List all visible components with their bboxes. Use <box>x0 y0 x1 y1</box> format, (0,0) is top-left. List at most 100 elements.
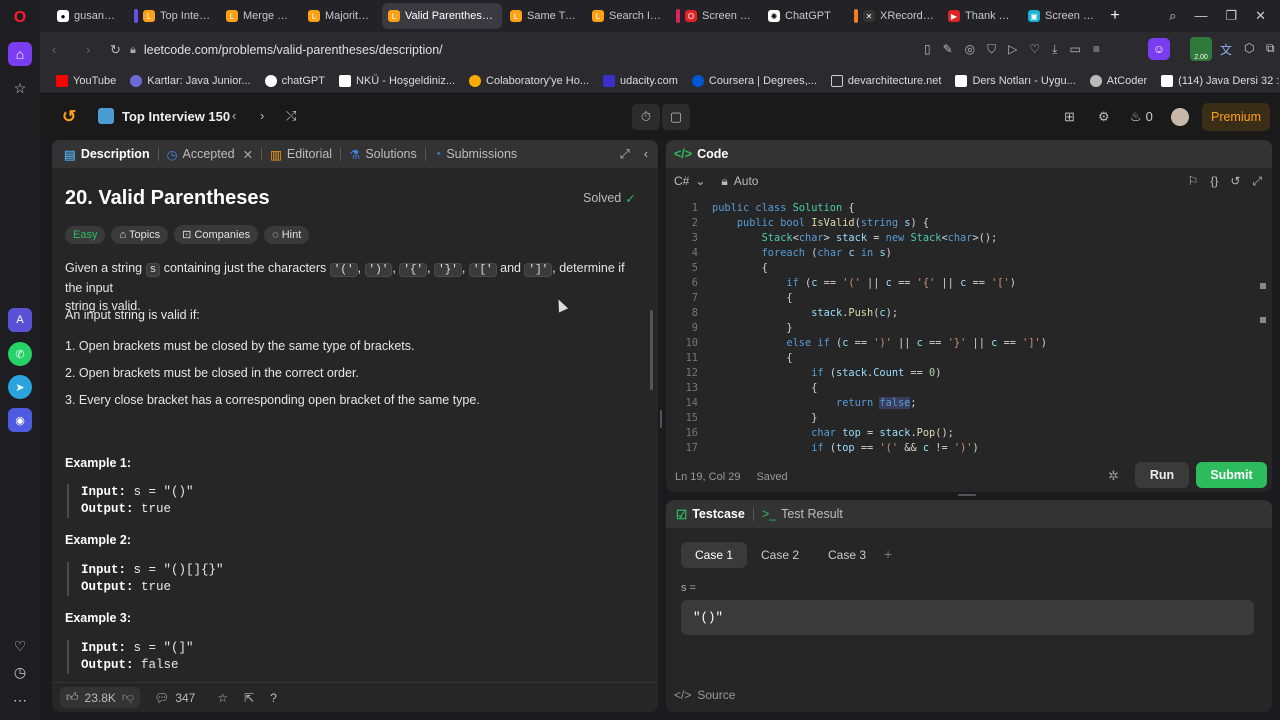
tab-list-icon[interactable]: ▯ <box>924 42 931 57</box>
profile-icon[interactable]: ☺ <box>1148 38 1170 60</box>
debug-icon[interactable]: ✲ <box>1108 468 1119 484</box>
code-tab[interactable]: </> Code <box>666 147 736 161</box>
pin-icon[interactable]: ☆ <box>8 76 32 100</box>
case-tab-active[interactable]: Case 1 <box>681 542 748 568</box>
star-icon[interactable]: ☆ <box>217 691 228 705</box>
auto-mode[interactable]: 🔒︎ Auto <box>721 174 758 189</box>
tab[interactable]: L Same Tree <box>504 3 584 29</box>
source-link[interactable]: </> Source <box>674 688 735 702</box>
code-editor[interactable]: 1 public class Solution { 2 public bool I… <box>668 201 1258 453</box>
leetcode-logo-icon[interactable]: ↺ <box>62 107 76 127</box>
premium-button[interactable]: Premium <box>1202 103 1270 131</box>
discord-icon[interactable]: ◉ <box>8 408 32 432</box>
new-tab-button[interactable]: + <box>1104 3 1126 29</box>
cube-icon[interactable]: ⬡ <box>1244 41 1254 55</box>
tab-accepted[interactable]: ◷ Accepted ✕ <box>159 147 262 162</box>
bookmark[interactable]: YouTube <box>56 74 116 87</box>
case-tab[interactable]: Case 2 <box>747 542 813 568</box>
tab[interactable]: LSearch Insert <box>586 3 668 29</box>
minimize-icon[interactable]: — <box>1194 8 1207 24</box>
tab[interactable]: L Merge Two <box>220 3 300 29</box>
extensions-icon[interactable]: ⧉ <box>1266 41 1275 56</box>
tab[interactable]: L Top Intervie <box>128 3 218 29</box>
prev-problem-icon[interactable]: ‹ <box>232 108 236 123</box>
bookmark[interactable]: (114) Java Dersi 32 :... <box>1161 74 1280 87</box>
tab[interactable]: ●gusanmaz/b <box>42 3 126 29</box>
reset-icon[interactable]: ↺ <box>1230 174 1240 188</box>
tab[interactable]: ✺ ChatGPT <box>762 3 846 29</box>
comments-button[interactable]: 💬︎ 347 <box>154 691 195 705</box>
telegram-icon[interactable]: ➤ <box>8 375 32 399</box>
next-problem-icon[interactable]: › <box>260 108 264 123</box>
share-icon[interactable]: ⇱ <box>244 691 254 705</box>
home-icon[interactable]: ⌂ <box>8 42 32 66</box>
timer-icon[interactable]: ⏱︎ <box>632 104 660 130</box>
camera-icon[interactable]: ◎ <box>965 42 975 57</box>
fullscreen-icon[interactable]: ⤢ <box>1252 174 1262 189</box>
play-icon[interactable]: ▷ <box>1008 42 1017 57</box>
shield-icon[interactable]: ⛉ <box>987 42 996 57</box>
notes-icon[interactable]: ▢ <box>662 104 690 130</box>
topics-chip[interactable]: ⌂ Topics <box>111 226 169 244</box>
bookmark[interactable]: udacity.com <box>603 74 678 87</box>
expand-icon[interactable]: ⤢ <box>620 147 630 162</box>
add-case-icon[interactable]: + <box>884 546 892 562</box>
url-field[interactable]: 🔒︎ leetcode.com/problems/valid-parenthes… <box>130 38 1010 62</box>
submit-button[interactable]: Submit <box>1196 462 1267 488</box>
shuffle-icon[interactable]: ⤭ <box>286 108 296 124</box>
extension-badge[interactable]: 2.00 <box>1190 37 1212 61</box>
run-button[interactable]: Run <box>1135 462 1189 488</box>
reload-icon[interactable]: ↻ <box>110 42 121 58</box>
download-icon[interactable]: ⤓ <box>1052 42 1057 57</box>
braces-icon[interactable]: {} <box>1210 174 1218 188</box>
avatar[interactable] <box>1171 108 1189 126</box>
edit-icon[interactable]: ✎ <box>943 42 953 57</box>
tab[interactable]: LMajority Ele <box>302 3 380 29</box>
bookmark[interactable]: Ders Notları - Uygu... <box>955 74 1076 87</box>
bookmark[interactable]: devarchitecture.net <box>830 74 941 87</box>
tab[interactable]: ▣Screen & Vi <box>1022 3 1102 29</box>
heart-outline-icon[interactable]: ♡ <box>1029 42 1040 57</box>
tab[interactable]: ✕XRecorder fo <box>848 3 940 29</box>
tab-description[interactable]: ▤ Description <box>52 147 158 162</box>
panel-resize-handle[interactable] <box>958 494 976 496</box>
tab-active[interactable]: LValid Parentheses - Le <box>382 3 502 29</box>
panel-resize-handle[interactable] <box>660 410 662 428</box>
history-icon[interactable]: ◷ <box>8 660 32 684</box>
tab[interactable]: OScreen Reco <box>670 3 760 29</box>
study-plan-link[interactable]: Top Interview 150 <box>98 108 230 124</box>
tab[interactable]: ▶Thank You F <box>942 3 1020 29</box>
search-tabs-icon[interactable]: ⌕ <box>1169 8 1176 24</box>
tab-solutions[interactable]: ⚗ Solutions <box>341 147 425 162</box>
case-tab[interactable]: Case 3 <box>814 542 880 568</box>
translate-icon[interactable]: 文 <box>1220 41 1232 58</box>
tab-editorial[interactable]: ▥ Editorial <box>262 147 340 162</box>
battery-icon[interactable]: ▭ <box>1069 42 1080 57</box>
problem-title[interactable]: 20. Valid Parentheses <box>65 187 270 210</box>
testcase-input[interactable]: "()" <box>681 600 1254 635</box>
like-button[interactable]: 👍︎ 23.8K 👎︎ <box>60 687 141 708</box>
close-window-icon[interactable]: ✕ <box>1255 8 1266 24</box>
bookmark[interactable]: Colaboratory'ye Ho... <box>469 74 589 87</box>
bookmark[interactable]: Coursera | Degrees,... <box>691 74 817 87</box>
companies-chip[interactable]: ⊡ Companies <box>174 225 259 244</box>
close-tab-icon[interactable]: ✕ <box>243 147 253 162</box>
heart-icon[interactable]: ♡ <box>8 634 32 658</box>
opera-logo-icon[interactable]: O <box>8 6 32 30</box>
bookmark[interactable]: AtCoder <box>1089 74 1147 87</box>
help-icon[interactable]: ? <box>270 691 277 705</box>
scrollbar[interactable] <box>650 310 653 390</box>
forward-icon[interactable]: › <box>86 42 90 57</box>
streak-counter[interactable]: ♨ 0 <box>1130 109 1153 125</box>
maximize-icon[interactable]: ❐ <box>1225 8 1237 24</box>
tab-submissions[interactable]: ◔ Submissions <box>426 147 525 161</box>
whatsapp-icon[interactable]: ✆ <box>8 342 32 366</box>
tab-testcase[interactable]: ☑ Testcase <box>666 507 753 522</box>
tab-test-result[interactable]: >_ Test Result <box>754 507 851 521</box>
collapse-icon[interactable]: ‹ <box>644 147 648 161</box>
bookmark[interactable]: chatGPT <box>264 74 325 87</box>
language-select[interactable]: C# ⌄ <box>674 174 705 188</box>
aria-icon[interactable]: A <box>8 308 32 332</box>
back-icon[interactable]: ‹ <box>52 42 56 57</box>
layout-icon[interactable]: ⊞ <box>1064 109 1075 125</box>
